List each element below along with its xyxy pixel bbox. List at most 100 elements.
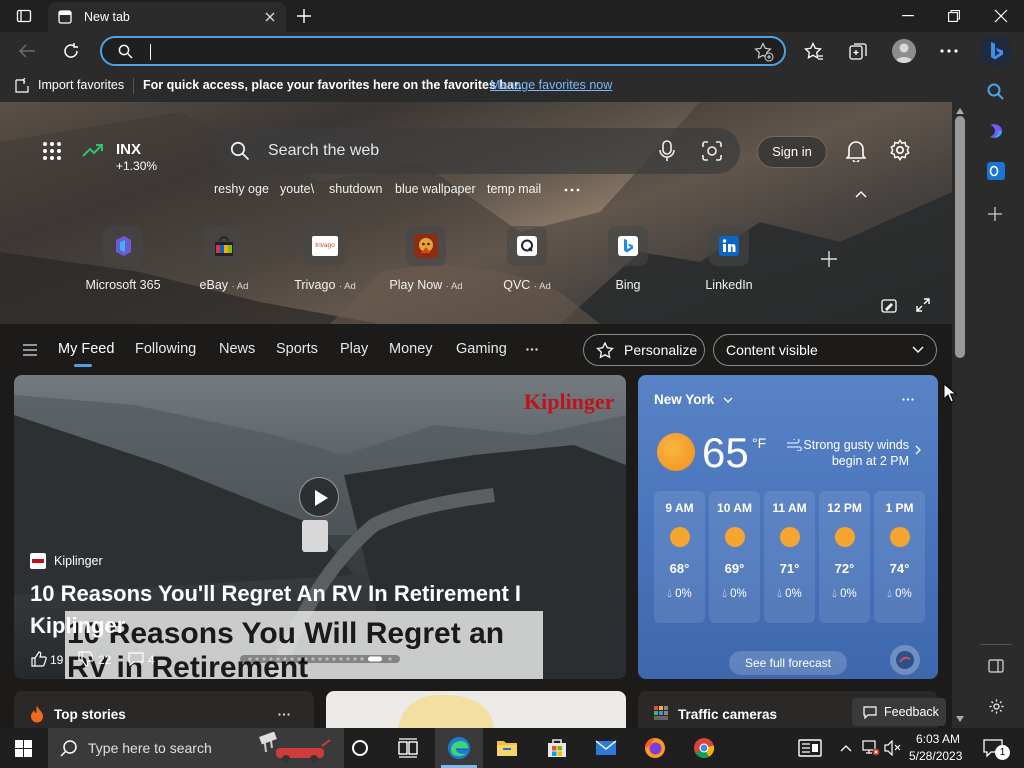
carousel-dots[interactable] (240, 655, 400, 663)
quick-link-microsoft-365[interactable]: Microsoft 365 (73, 226, 173, 292)
trending-search[interactable]: reshy oge (214, 182, 269, 196)
close-tab-icon[interactable] (264, 11, 276, 23)
back-button[interactable] (18, 43, 36, 59)
show-hidden-icons-icon[interactable] (840, 744, 852, 752)
hourly-forecast[interactable]: 10 AM 69° 💧︎ 0% (709, 491, 760, 623)
scrollbar-thumb[interactable] (955, 116, 965, 358)
quick-link-qvc[interactable]: QVC · Ad (477, 226, 577, 292)
restore-button[interactable] (948, 10, 960, 22)
top-stories-more-icon[interactable] (278, 713, 290, 716)
quick-link-bing[interactable]: Bing (578, 226, 678, 292)
tab-new-tab[interactable]: New tab (48, 2, 286, 32)
mail-icon[interactable] (594, 736, 618, 760)
web-search-box[interactable]: Search the web (212, 128, 740, 174)
weather-card[interactable]: New York 65 °F Strong gusty winds begin … (638, 375, 938, 679)
feed-menu-icon[interactable] (23, 344, 37, 356)
tab-gaming[interactable]: Gaming (456, 341, 507, 357)
add-quick-link-icon[interactable] (821, 251, 837, 267)
quick-link-trivago[interactable]: trivago Trivago · Ad (275, 226, 375, 292)
quick-link-ebay[interactable]: eBay · Ad (174, 226, 274, 292)
hide-sidebar-icon[interactable] (988, 659, 1004, 673)
import-favorites-button[interactable]: Import favorites (38, 78, 124, 92)
volume-muted-icon[interactable] (884, 740, 902, 756)
sign-in-button[interactable]: Sign in (757, 136, 827, 168)
trending-search[interactable]: youte\ (280, 182, 314, 196)
file-explorer-icon[interactable] (495, 736, 519, 760)
notifications-bell-icon[interactable] (846, 140, 866, 162)
trending-search[interactable]: temp mail (487, 182, 541, 196)
chrome-icon[interactable] (692, 736, 716, 760)
page-scrollbar[interactable] (952, 102, 968, 728)
top-stories-card[interactable]: Top stories (14, 691, 314, 728)
story-title[interactable]: 10 Reasons You'll Regret An RV In Retire… (30, 578, 570, 642)
tab-play[interactable]: Play (340, 341, 368, 357)
trending-search[interactable]: shutdown (329, 182, 383, 196)
expand-icon[interactable] (916, 298, 930, 312)
clock-time[interactable]: 6:03 AM (916, 732, 960, 746)
sidebar-search-icon[interactable] (987, 83, 1005, 101)
close-window-button[interactable] (994, 9, 1008, 23)
apps-grid-icon[interactable] (42, 141, 62, 161)
refresh-button[interactable] (62, 42, 80, 60)
tab-actions-icon[interactable] (16, 8, 32, 24)
clock-date[interactable]: 5/28/2023 (909, 749, 962, 763)
collections-icon[interactable] (848, 42, 868, 62)
cortana-icon[interactable] (348, 736, 372, 760)
weather-location[interactable]: New York (654, 392, 714, 407)
scroll-down-icon[interactable] (956, 716, 964, 722)
hourly-forecast[interactable]: 9 AM 68° 💧︎ 0% (654, 491, 705, 623)
visual-search-icon[interactable] (702, 141, 722, 161)
sidebar-outlook-icon[interactable] (987, 162, 1005, 180)
personalize-button[interactable]: Personalize (583, 334, 705, 366)
tab-sports[interactable]: Sports (276, 341, 318, 357)
next-chevron-icon[interactable] (915, 445, 921, 455)
bing-copilot-button[interactable] (980, 35, 1012, 67)
quick-link-play-now[interactable]: Play Now · Ad (376, 226, 476, 292)
hourly-forecast[interactable]: 12 PM 72° 💧︎ 0% (819, 491, 870, 623)
main-story-card[interactable]: Kiplinger 10 Reasons You Will Regret an … (14, 375, 626, 679)
task-view-icon[interactable] (396, 736, 420, 760)
news-interests-icon[interactable] (798, 739, 822, 757)
tab-money[interactable]: Money (389, 341, 433, 357)
tab-following[interactable]: Following (135, 341, 196, 357)
dislike-icon[interactable] (78, 651, 94, 667)
tab-my-feed[interactable]: My Feed (58, 341, 114, 357)
minimize-button[interactable] (902, 15, 914, 17)
voice-search-icon[interactable] (659, 140, 675, 162)
more-trending-icon[interactable] (564, 188, 580, 192)
address-bar[interactable] (100, 36, 786, 66)
see-full-forecast-button[interactable]: See full forecast (729, 651, 847, 675)
microsoft-store-icon[interactable] (545, 736, 569, 760)
hourly-forecast[interactable]: 11 AM 71° 💧︎ 0% (764, 491, 815, 623)
add-favorite-icon[interactable] (754, 42, 774, 62)
collapse-chevron-icon[interactable] (855, 190, 867, 198)
windows-start-icon[interactable] (15, 740, 32, 757)
customize-background-icon[interactable] (881, 299, 897, 313)
hourly-forecast[interactable]: 1 PM 74° 💧︎ 0% (874, 491, 925, 623)
feedback-button[interactable]: Feedback (852, 698, 946, 726)
taskbar-edge-active[interactable] (435, 728, 483, 768)
page-settings-icon[interactable] (889, 139, 911, 161)
like-icon[interactable] (31, 651, 47, 667)
comment-icon[interactable] (128, 651, 144, 667)
network-icon[interactable] (862, 740, 880, 756)
sidebar-copilot-icon[interactable] (987, 122, 1005, 140)
sidebar-add-icon[interactable] (988, 207, 1002, 221)
manage-favorites-link[interactable]: Manage favorites now (490, 78, 612, 92)
play-video-button[interactable] (299, 477, 339, 517)
tab-news[interactable]: News (219, 341, 255, 357)
new-tab-button[interactable] (296, 8, 312, 24)
ticker-symbol[interactable]: INX (116, 141, 141, 158)
quick-link-linkedin[interactable]: LinkedIn (679, 226, 779, 292)
weather-more-icon[interactable] (902, 398, 914, 401)
weather-map-icon[interactable] (890, 645, 920, 675)
favorites-icon[interactable] (804, 42, 824, 62)
weather-alert[interactable]: Strong gusty winds begin at 2 PM (788, 437, 909, 469)
more-options-icon[interactable] (940, 49, 958, 53)
more-tabs-icon[interactable] (526, 348, 538, 351)
location-chevron-icon[interactable] (723, 397, 733, 403)
taskbar-search-box[interactable]: Type here to search (48, 728, 344, 768)
content-visibility-dropdown[interactable]: Content visible (713, 334, 937, 366)
image-story-card[interactable] (326, 691, 626, 728)
scroll-up-icon[interactable] (956, 108, 964, 114)
